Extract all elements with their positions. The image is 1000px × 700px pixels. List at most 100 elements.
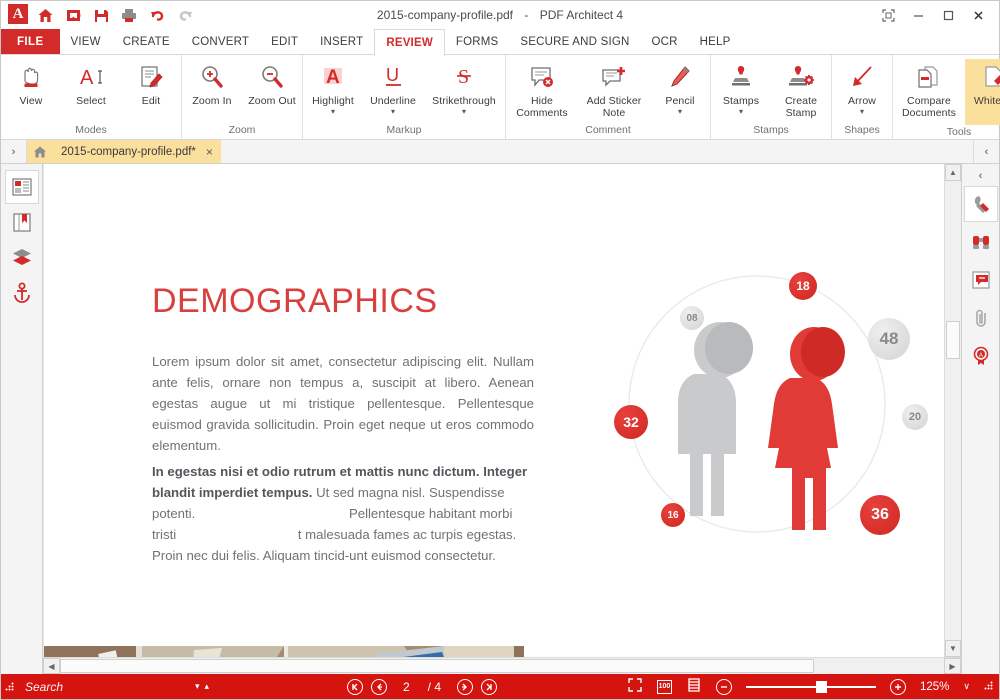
last-page-icon[interactable] (481, 678, 497, 695)
zoom-out-button[interactable]: Zoom Out (242, 59, 302, 107)
arrow-dropdown-caret[interactable]: ▾ (860, 108, 864, 116)
redo-icon[interactable] (173, 4, 197, 26)
tools-item-signature-seal[interactable]: A (964, 338, 998, 374)
menu-item-secure-and-sign[interactable]: SECURE AND SIGN (509, 29, 640, 54)
menu-item-convert[interactable]: CONVERT (181, 29, 260, 54)
menu-item-help[interactable]: HELP (689, 29, 742, 54)
search-next-icon[interactable]: ▾ (195, 681, 200, 692)
save-icon[interactable] (89, 4, 113, 26)
collapse-tools-panel-button[interactable]: ‹ (962, 166, 999, 186)
app-logo-icon: A (7, 3, 29, 25)
scroll-up-arrow-icon[interactable]: ▲ (945, 164, 961, 181)
search-prev-icon[interactable]: ▴ (204, 681, 209, 692)
compare-documents-button[interactable]: Compare Documents (893, 59, 965, 119)
strikethrough-button[interactable]: S Strikethrough ▾ (423, 59, 505, 116)
vertical-scrollbar[interactable]: ▲ ▼ (944, 164, 961, 657)
page-indicator[interactable]: 2 / 4 (387, 680, 457, 694)
edit-button[interactable]: Edit (121, 59, 181, 107)
menu-item-insert[interactable]: INSERT (309, 29, 374, 54)
menu-item-file[interactable]: FILE (1, 29, 60, 54)
scroll-left-arrow-icon[interactable]: ◀ (43, 658, 60, 674)
first-page-icon[interactable] (346, 678, 363, 695)
whiteout-button[interactable]: Whiteout (965, 59, 1000, 125)
resize-grip-icon[interactable] (984, 681, 993, 693)
menu-item-forms[interactable]: FORMS (445, 29, 510, 54)
document-tab[interactable]: 2015-company-profile.pdf* × (53, 140, 221, 163)
stamps-button[interactable]: Stamps ▾ (711, 59, 771, 116)
actual-size-icon[interactable]: 100 (656, 679, 672, 694)
close-icon[interactable] (963, 2, 993, 28)
zoom-slider[interactable] (745, 680, 876, 693)
vertical-scroll-thumb[interactable] (946, 321, 960, 359)
next-page-icon[interactable] (457, 678, 473, 695)
expand-left-panel-button[interactable]: › (1, 140, 27, 163)
highlight-button[interactable]: A Highlight ▾ (303, 59, 363, 116)
collapse-right-panel-button[interactable]: ‹ (973, 140, 999, 163)
search-input[interactable]: Search (25, 680, 63, 694)
ribbon-group-modes: View A Select Edit Modes (1, 55, 182, 139)
horizontal-scroll-track[interactable] (60, 658, 944, 674)
minimize-icon[interactable] (903, 2, 933, 28)
highlight-dropdown-caret[interactable]: ▾ (331, 108, 335, 116)
zoom-out-icon-status[interactable] (715, 678, 732, 695)
zoom-in-button[interactable]: Zoom In (182, 59, 242, 107)
horizontal-scrollbar[interactable]: ◀ ▶ (43, 657, 961, 674)
menu-item-ocr[interactable]: OCR (641, 29, 689, 54)
select-button[interactable]: A Select (61, 59, 121, 107)
underline-dropdown-caret[interactable]: ▾ (391, 108, 395, 116)
horizontal-scroll-thumb[interactable] (60, 659, 814, 673)
menu-item-view[interactable]: VIEW (60, 29, 112, 54)
stamps-dropdown-caret[interactable]: ▾ (739, 108, 743, 116)
document-tab-label: 2015-company-profile.pdf* (61, 145, 196, 158)
sidebar-item-bookmarks[interactable] (5, 205, 39, 239)
tools-item-wrench[interactable] (963, 186, 998, 222)
document-tab-close-icon[interactable]: × (206, 145, 213, 159)
underline-button[interactable]: U Underline ▾ (363, 59, 423, 116)
pencil-dropdown-caret[interactable]: ▾ (678, 108, 682, 116)
home-icon[interactable] (33, 4, 57, 26)
menu-item-edit[interactable]: EDIT (260, 29, 309, 54)
fullscreen-icon[interactable] (873, 2, 903, 28)
zoom-slider-track[interactable] (745, 680, 876, 693)
zoom-dropdown-caret[interactable]: ∨ (963, 681, 970, 692)
maximize-icon[interactable] (933, 2, 963, 28)
undo-icon[interactable] (145, 4, 169, 26)
svg-text:U: U (386, 65, 399, 85)
menu-item-review[interactable]: REVIEW (374, 29, 445, 56)
tools-item-comments[interactable] (964, 262, 998, 298)
pdf-page[interactable]: DEMOGRAPHICS Lorem ipsum dolor sit amet,… (43, 164, 944, 657)
view-button[interactable]: View (1, 59, 61, 107)
strikethrough-dropdown-caret[interactable]: ▾ (462, 108, 466, 116)
vertical-scroll-track[interactable] (945, 181, 961, 640)
arrow-button[interactable]: Arrow ▾ (832, 59, 892, 116)
scroll-right-arrow-icon[interactable]: ▶ (944, 658, 961, 674)
print-icon[interactable] (117, 4, 141, 26)
text-select-icon: A (77, 61, 105, 93)
sidebar-item-layers[interactable] (5, 240, 39, 274)
tools-item-binoculars[interactable] (964, 224, 998, 260)
zoom-level-value[interactable]: 125% (920, 681, 949, 693)
add-sticker-note-button[interactable]: Add Sticker Note (578, 59, 650, 119)
bubble-36: 36 (860, 495, 900, 535)
create-stamp-button[interactable]: Create Stamp (771, 59, 831, 119)
continuous-view-icon[interactable] (686, 677, 702, 696)
previous-page-icon[interactable] (370, 678, 387, 695)
open-icon[interactable] (61, 4, 85, 26)
scroll-down-arrow-icon[interactable]: ▼ (945, 640, 961, 657)
menu-item-create[interactable]: CREATE (112, 29, 181, 54)
zoom-slider-handle[interactable] (815, 680, 827, 693)
hand-icon (17, 61, 45, 93)
pencil-button[interactable]: Pencil ▾ (650, 59, 710, 116)
search-field-container[interactable]: Search ▾ ▴ (17, 680, 217, 694)
sidebar-item-anchor[interactable] (5, 275, 39, 309)
tools-item-paperclip[interactable] (964, 300, 998, 336)
hide-comments-button[interactable]: Hide Comments (506, 59, 578, 119)
home-tab-icon[interactable] (27, 140, 53, 163)
zoom-in-icon-status[interactable] (889, 678, 906, 695)
highlight-icon: A (318, 61, 348, 93)
current-page-value[interactable]: 2 (403, 680, 410, 694)
ribbon-group-shapes-label: Shapes (844, 124, 880, 136)
sidebar-item-page-thumbnails[interactable] (4, 170, 39, 204)
create-stamp-button-label: Create Stamp (784, 95, 818, 119)
fit-page-icon[interactable] (627, 677, 643, 696)
